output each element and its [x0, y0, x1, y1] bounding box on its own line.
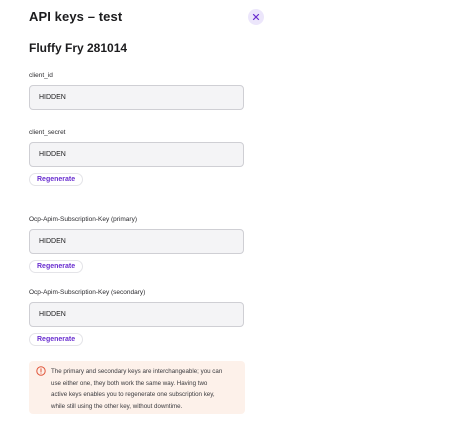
info-line: The primary and secondary keys are inter…	[51, 368, 223, 375]
info-line: active keys enables you to regenerate on…	[51, 391, 215, 398]
client-id-label: client_id	[29, 72, 53, 79]
close-button[interactable]	[248, 9, 264, 25]
info-line: use either one, they both work the same …	[51, 379, 208, 387]
client-id-value: HIDDEN	[39, 94, 66, 101]
client-id-field[interactable]: HIDDEN	[29, 85, 244, 110]
info-note: The primary and secondary keys are inter…	[29, 361, 245, 414]
app-name: Fluffy Fry 281014	[29, 41, 128, 55]
regenerate-client-secret-button[interactable]: Regenerate	[29, 173, 84, 186]
panel-title: API keys – test	[29, 9, 123, 24]
close-icon	[252, 13, 260, 21]
primary-key-field[interactable]: HIDDEN	[29, 229, 244, 254]
secondary-key-value: HIDDEN	[39, 311, 66, 318]
client-secret-field[interactable]: HIDDEN	[29, 142, 244, 167]
api-keys-panel: API keys – test Fluffy Fry 281014 client…	[0, 0, 474, 433]
client-secret-value: HIDDEN	[39, 151, 66, 158]
info-line: while still using the other key, without…	[51, 402, 183, 410]
regenerate-secondary-key-button[interactable]: Regenerate	[29, 333, 84, 346]
client-secret-label: client_secret	[29, 129, 66, 136]
primary-key-value: HIDDEN	[39, 238, 66, 245]
regenerate-primary-key-button[interactable]: Regenerate	[29, 260, 84, 273]
info-text: The primary and secondary keys are inter…	[51, 366, 239, 412]
secondary-key-field[interactable]: HIDDEN	[29, 302, 244, 327]
alert-circle-icon	[36, 366, 46, 376]
primary-key-label: Ocp-Apim-Subscription-Key (primary)	[29, 216, 137, 223]
secondary-key-label: Ocp-Apim-Subscription-Key (secondary)	[29, 289, 146, 296]
